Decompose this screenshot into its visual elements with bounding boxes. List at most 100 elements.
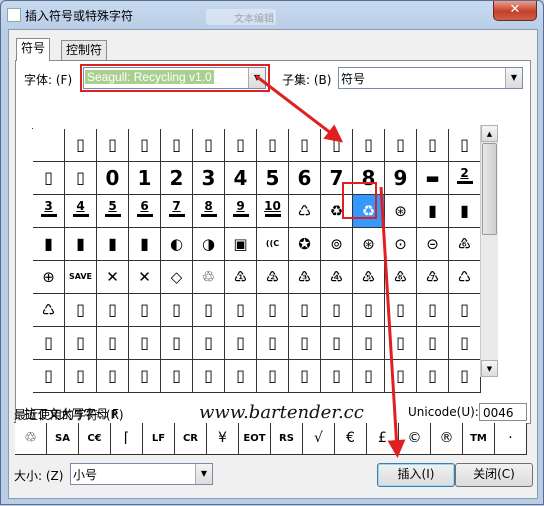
symbol-cell[interactable]: 10 bbox=[257, 195, 289, 228]
symbol-cell[interactable]: ▯ bbox=[97, 129, 129, 162]
symbol-cell[interactable]: ⊙ bbox=[385, 228, 417, 261]
symbol-cell[interactable]: ▯ bbox=[353, 294, 385, 327]
recent-char-cell[interactable]: ® bbox=[431, 423, 463, 455]
recent-char-cell[interactable]: SA bbox=[47, 423, 79, 455]
symbol-cell[interactable]: ▯ bbox=[417, 129, 449, 162]
symbol-cell[interactable]: ▯ bbox=[161, 294, 193, 327]
symbol-cell[interactable]: 9 bbox=[385, 162, 417, 195]
symbol-cell[interactable]: ▯ bbox=[289, 360, 321, 393]
symbol-cell[interactable]: ✕ bbox=[97, 261, 129, 294]
close-button[interactable]: 关闭(C) bbox=[455, 463, 533, 487]
symbol-cell[interactable]: ▯ bbox=[129, 294, 161, 327]
symbol-cell[interactable]: SAVE bbox=[65, 261, 97, 294]
symbol-cell[interactable]: ♳ bbox=[225, 261, 257, 294]
symbol-cell[interactable]: ▯ bbox=[129, 327, 161, 360]
symbol-cell[interactable]: ▯ bbox=[353, 129, 385, 162]
recent-char-cell[interactable]: ¥ bbox=[207, 423, 239, 455]
symbol-cell[interactable]: ⊛ bbox=[385, 195, 417, 228]
recent-chars-row[interactable]: ♲ SA C€ ⌈ LF CR ¥ EOT RS √ € £ © ® TM · bbox=[14, 422, 527, 455]
symbol-cell[interactable]: ♺ bbox=[33, 294, 65, 327]
symbol-cell[interactable]: ▯ bbox=[417, 294, 449, 327]
recent-char-cell[interactable]: RS bbox=[271, 423, 303, 455]
symbol-cell[interactable]: ▯ bbox=[289, 129, 321, 162]
symbol-cell[interactable]: ((C bbox=[257, 228, 289, 261]
symbol-cell[interactable]: ⊚ bbox=[321, 228, 353, 261]
symbol-cell[interactable]: ♹ bbox=[417, 261, 449, 294]
symbol-cell[interactable]: ⊛ bbox=[353, 228, 385, 261]
scroll-down-arrow-icon[interactable]: ▼ bbox=[481, 360, 498, 377]
tab-control-chars[interactable]: 控制符 bbox=[61, 40, 108, 61]
symbol-cell[interactable]: ▯ bbox=[385, 360, 417, 393]
symbol-cell[interactable]: ▯ bbox=[97, 360, 129, 393]
symbol-cell[interactable]: 3 bbox=[33, 195, 65, 228]
symbol-cell[interactable] bbox=[33, 129, 65, 162]
symbol-cell[interactable]: ♸ bbox=[385, 261, 417, 294]
symbol-cell[interactable]: ▯ bbox=[65, 162, 97, 195]
symbol-cell[interactable]: ♺ bbox=[289, 195, 321, 228]
symbol-cell[interactable]: ♷ bbox=[353, 261, 385, 294]
symbol-cell[interactable]: ▯ bbox=[225, 129, 257, 162]
symbol-cell[interactable]: ▯ bbox=[257, 360, 289, 393]
symbol-cell[interactable]: ▯ bbox=[193, 327, 225, 360]
subset-select[interactable]: 符号 ▼ bbox=[338, 67, 523, 89]
symbol-cell[interactable]: ▮ bbox=[65, 228, 97, 261]
recent-char-cell[interactable]: · bbox=[495, 423, 527, 455]
symbol-cell[interactable]: ▯ bbox=[129, 360, 161, 393]
tab-symbols[interactable]: 符号 bbox=[16, 38, 51, 61]
title-bar[interactable]: 插入符号或特殊字符 文本编辑 ✕ bbox=[1, 1, 543, 29]
symbol-cell[interactable]: ▯ bbox=[289, 327, 321, 360]
symbol-cell[interactable]: ◇ bbox=[161, 261, 193, 294]
recent-char-cell[interactable]: © bbox=[399, 423, 431, 455]
symbol-cell[interactable]: ◑ bbox=[193, 228, 225, 261]
symbol-cell[interactable]: ▯ bbox=[257, 129, 289, 162]
chevron-down-icon[interactable]: ▼ bbox=[195, 464, 212, 484]
symbol-cell[interactable]: ▬ bbox=[417, 162, 449, 195]
symbol-cell[interactable]: ▯ bbox=[97, 327, 129, 360]
symbol-grid[interactable]: ▯ ▯ ▯ ▯ ▯ ▯ ▯ ▯ ▯ ▯ ▯ ▯ ▯ ▯ ▯ 0 1 2 3 4 5 6 7 8 9 ▬ 2 3 4 5 6 7 8 9 10 ♺ ♻ ♻ ⊛… bbox=[32, 128, 481, 393]
symbol-cell[interactable]: ▯ bbox=[65, 294, 97, 327]
symbol-cell[interactable]: ▯ bbox=[449, 360, 481, 393]
symbol-cell[interactable]: ▯ bbox=[193, 294, 225, 327]
symbol-cell[interactable]: 4 bbox=[65, 195, 97, 228]
recent-char-cell[interactable]: EOT bbox=[239, 423, 271, 455]
symbol-cell[interactable]: ▯ bbox=[321, 360, 353, 393]
symbol-cell[interactable]: ▮ bbox=[97, 228, 129, 261]
symbol-cell[interactable]: ▯ bbox=[161, 327, 193, 360]
symbol-cell[interactable]: ▮ bbox=[129, 228, 161, 261]
recent-char-cell[interactable]: CR bbox=[175, 423, 207, 455]
symbol-cell[interactable]: ▯ bbox=[417, 327, 449, 360]
symbol-cell[interactable]: 6 bbox=[129, 195, 161, 228]
symbol-cell[interactable]: ▯ bbox=[161, 360, 193, 393]
symbol-cell[interactable]: 8 bbox=[193, 195, 225, 228]
chevron-down-icon[interactable]: ▼ bbox=[505, 68, 522, 88]
symbol-cell[interactable]: ▯ bbox=[449, 129, 481, 162]
symbol-cell[interactable]: 7 bbox=[161, 195, 193, 228]
symbol-cell[interactable]: ▣ bbox=[225, 228, 257, 261]
recent-char-cell[interactable]: ⌈ bbox=[111, 423, 143, 455]
symbol-cell[interactable]: ▮ bbox=[33, 228, 65, 261]
symbol-cell[interactable]: ▯ bbox=[321, 129, 353, 162]
symbol-cell[interactable]: ⊕ bbox=[33, 261, 65, 294]
symbol-cell[interactable]: ▯ bbox=[225, 294, 257, 327]
symbol-cell[interactable]: ▯ bbox=[257, 294, 289, 327]
symbol-cell[interactable]: ▯ bbox=[33, 360, 65, 393]
symbol-cell[interactable]: ♺ bbox=[449, 261, 481, 294]
scroll-thumb[interactable] bbox=[482, 143, 497, 235]
symbol-cell[interactable]: ♲ bbox=[193, 261, 225, 294]
symbol-cell[interactable]: ▯ bbox=[321, 294, 353, 327]
symbol-cell[interactable]: ♶ bbox=[321, 261, 353, 294]
symbol-cell[interactable]: ▯ bbox=[385, 294, 417, 327]
symbol-cell[interactable]: 4 bbox=[225, 162, 257, 195]
symbol-cell[interactable]: ✪ bbox=[289, 228, 321, 261]
symbol-cell[interactable]: ▯ bbox=[385, 129, 417, 162]
symbol-cell[interactable]: ▮ bbox=[417, 195, 449, 228]
symbol-cell[interactable]: ▯ bbox=[193, 129, 225, 162]
symbol-cell[interactable]: ▯ bbox=[385, 327, 417, 360]
symbol-cell[interactable]: 5 bbox=[97, 195, 129, 228]
symbol-cell[interactable]: ▯ bbox=[65, 129, 97, 162]
size-select[interactable]: 小号 ▼ bbox=[70, 463, 213, 485]
insert-button[interactable]: 插入(I) bbox=[377, 463, 455, 487]
symbol-cell[interactable]: ▮ bbox=[449, 195, 481, 228]
symbol-cell[interactable]: ▯ bbox=[449, 294, 481, 327]
symbol-cell[interactable]: ▯ bbox=[417, 360, 449, 393]
